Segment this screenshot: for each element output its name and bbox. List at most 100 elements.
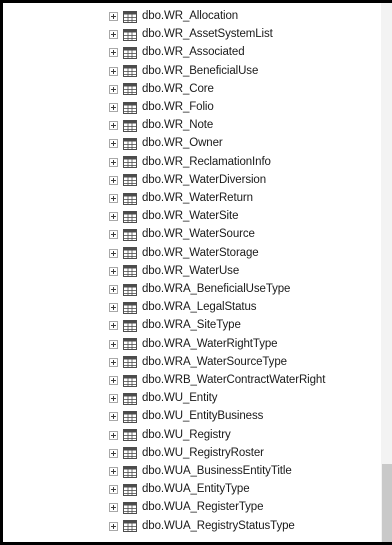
table-name-label: dbo.WR_Associated: [142, 46, 245, 59]
tree-node-table[interactable]: dbo.WR_Associated: [109, 44, 245, 61]
table-name-label: dbo.WR_BeneficialUse: [142, 64, 259, 77]
expand-plus-icon[interactable]: [109, 248, 118, 258]
table-name-label: dbo.WR_Core: [142, 82, 214, 95]
expand-plus-icon[interactable]: [109, 12, 118, 21]
table-icon: [123, 46, 137, 59]
table-icon: [123, 374, 137, 387]
tree-node-table[interactable]: dbo.WRA_LegalStatus: [109, 299, 257, 316]
tree-node-table[interactable]: dbo.WRA_WaterSourceType: [109, 354, 287, 371]
table-name-label: dbo.WUA_BusinessEntityTitle: [142, 465, 292, 477]
tree-node-table[interactable]: dbo.WU_Entity: [109, 390, 218, 407]
table-name-label: dbo.WRA_WaterSourceType: [142, 355, 287, 368]
tree-node-table[interactable]: dbo.WR_WaterReturn: [109, 190, 253, 207]
table-icon: [123, 174, 137, 187]
expand-plus-icon[interactable]: [109, 394, 118, 404]
expand-plus-icon[interactable]: [109, 30, 118, 40]
tree-node-table[interactable]: dbo.WRA_WaterRightType: [109, 336, 278, 353]
table-icon: [123, 247, 137, 260]
expand-plus-icon[interactable]: [109, 448, 118, 458]
expand-plus-icon[interactable]: [109, 66, 118, 76]
table-name-label: dbo.WU_RegistryRoster: [142, 446, 264, 459]
tree-node-table[interactable]: dbo.WRB_WaterContractWaterRight: [109, 372, 325, 389]
table-name-label: dbo.WRA_WaterRightType: [142, 337, 278, 350]
table-icon: [123, 137, 137, 150]
table-name-label: dbo.WRA_SiteType: [142, 319, 241, 332]
table-icon: [123, 301, 137, 314]
tree-node-table[interactable]: dbo.WUA_EntityType: [109, 481, 250, 498]
table-icon: [123, 319, 137, 332]
expand-plus-icon[interactable]: [109, 84, 118, 94]
expand-plus-icon[interactable]: [109, 467, 118, 476]
expand-plus-icon[interactable]: [109, 376, 118, 385]
table-icon: [123, 119, 137, 132]
expand-plus-icon[interactable]: [109, 339, 118, 349]
tree-node-table[interactable]: dbo.WU_Registry: [109, 427, 231, 444]
table-name-label: dbo.WR_Allocation: [142, 10, 239, 22]
tree-node-table[interactable]: dbo.WR_Folio: [109, 99, 214, 116]
expand-plus-icon[interactable]: [109, 48, 118, 58]
expand-plus-icon[interactable]: [109, 175, 118, 185]
tree-node-table[interactable]: dbo.WUA_BusinessEntityTitle: [109, 463, 292, 480]
tree-node-table[interactable]: dbo.WR_WaterSource: [109, 226, 255, 243]
table-name-label: dbo.WR_WaterDiversion: [142, 173, 267, 186]
expand-plus-icon[interactable]: [109, 139, 118, 149]
table-name-label: dbo.WR_WaterSite: [142, 210, 239, 223]
tree-node-table[interactable]: dbo.WR_ReclamationInfo: [109, 154, 271, 171]
tree-node-table[interactable]: dbo.WR_AssetSystemList: [109, 26, 273, 43]
tree-node-table[interactable]: dbo.WR_Core: [109, 81, 214, 98]
table-name-label: dbo.WRA_BeneficialUseType: [142, 283, 291, 295]
table-icon: [123, 228, 137, 241]
expand-plus-icon[interactable]: [109, 485, 118, 495]
expand-plus-icon[interactable]: [109, 357, 118, 367]
tree-node-table[interactable]: dbo.WU_EntityBusiness: [109, 408, 263, 425]
tree-node-table[interactable]: dbo.WR_BeneficialUse: [109, 63, 258, 80]
table-name-label: dbo.WU_Entity: [142, 392, 218, 405]
expand-plus-icon[interactable]: [109, 412, 118, 422]
expand-plus-icon[interactable]: [109, 303, 118, 313]
table-icon: [123, 210, 137, 223]
table-icon: [123, 520, 137, 533]
tree-node-table[interactable]: dbo.WR_WaterUse: [109, 263, 239, 280]
expand-plus-icon[interactable]: [109, 121, 118, 131]
tree-node-table[interactable]: dbo.WR_Owner: [109, 135, 223, 152]
scrollbar-thumb[interactable]: [382, 464, 392, 542]
object-explorer-panel: dbo.WR_Allocation dbo.WR_AssetSystemListd…: [0, 0, 392, 545]
tree-node-table[interactable]: dbo.WR_Note: [109, 117, 213, 134]
table-icon: [123, 338, 137, 351]
table-icon: [123, 156, 137, 169]
table-name-label: dbo.WUA_RegistryStatusType: [142, 519, 295, 532]
tree-node-table[interactable]: dbo.WUA_RegistryStatusType: [109, 518, 295, 535]
expand-plus-icon[interactable]: [109, 230, 118, 240]
tree-node-table[interactable]: dbo.WR_Allocation: [109, 8, 238, 25]
tree-node-table[interactable]: dbo.WR_WaterSite: [109, 208, 239, 225]
expand-plus-icon[interactable]: [109, 521, 118, 531]
table-icon: [123, 483, 137, 496]
table-name-label: dbo.WR_WaterSource: [142, 228, 255, 241]
table-tree: dbo.WR_Allocation dbo.WR_AssetSystemListd…: [3, 3, 381, 542]
table-icon: [123, 392, 137, 405]
expand-plus-icon[interactable]: [109, 194, 118, 203]
vertical-scrollbar[interactable]: [381, 3, 392, 542]
expand-plus-icon[interactable]: [109, 503, 118, 513]
expand-plus-icon[interactable]: [109, 321, 118, 331]
tree-node-table[interactable]: dbo.WRA_SiteType: [109, 317, 241, 334]
expand-plus-icon[interactable]: [109, 266, 118, 276]
table-name-label: dbo.WRA_LegalStatus: [142, 301, 257, 314]
expand-plus-icon[interactable]: [109, 430, 118, 440]
table-icon: [123, 410, 137, 423]
tree-node-table[interactable]: dbo.WRA_BeneficialUseType: [109, 281, 290, 298]
expand-plus-icon[interactable]: [109, 212, 118, 222]
table-name-label: dbo.WUA_RegisterType: [142, 501, 264, 514]
expand-plus-icon[interactable]: [109, 103, 118, 112]
table-icon: [123, 265, 137, 278]
table-name-label: dbo.WR_ReclamationInfo: [142, 155, 271, 168]
table-name-label: dbo.WR_AssetSystemList: [142, 28, 273, 41]
tree-node-table[interactable]: dbo.WR_WaterDiversion: [109, 172, 266, 189]
tree-node-table[interactable]: dbo.WUA_RegisterType: [109, 499, 263, 516]
table-name-label: dbo.WR_WaterUse: [142, 264, 240, 277]
tree-node-table[interactable]: dbo.WR_WaterStorage: [109, 245, 259, 262]
tree-node-table[interactable]: dbo.WU_RegistryRoster: [109, 445, 264, 462]
table-icon: [123, 10, 137, 23]
expand-plus-icon[interactable]: [109, 285, 118, 294]
expand-plus-icon[interactable]: [109, 157, 118, 167]
